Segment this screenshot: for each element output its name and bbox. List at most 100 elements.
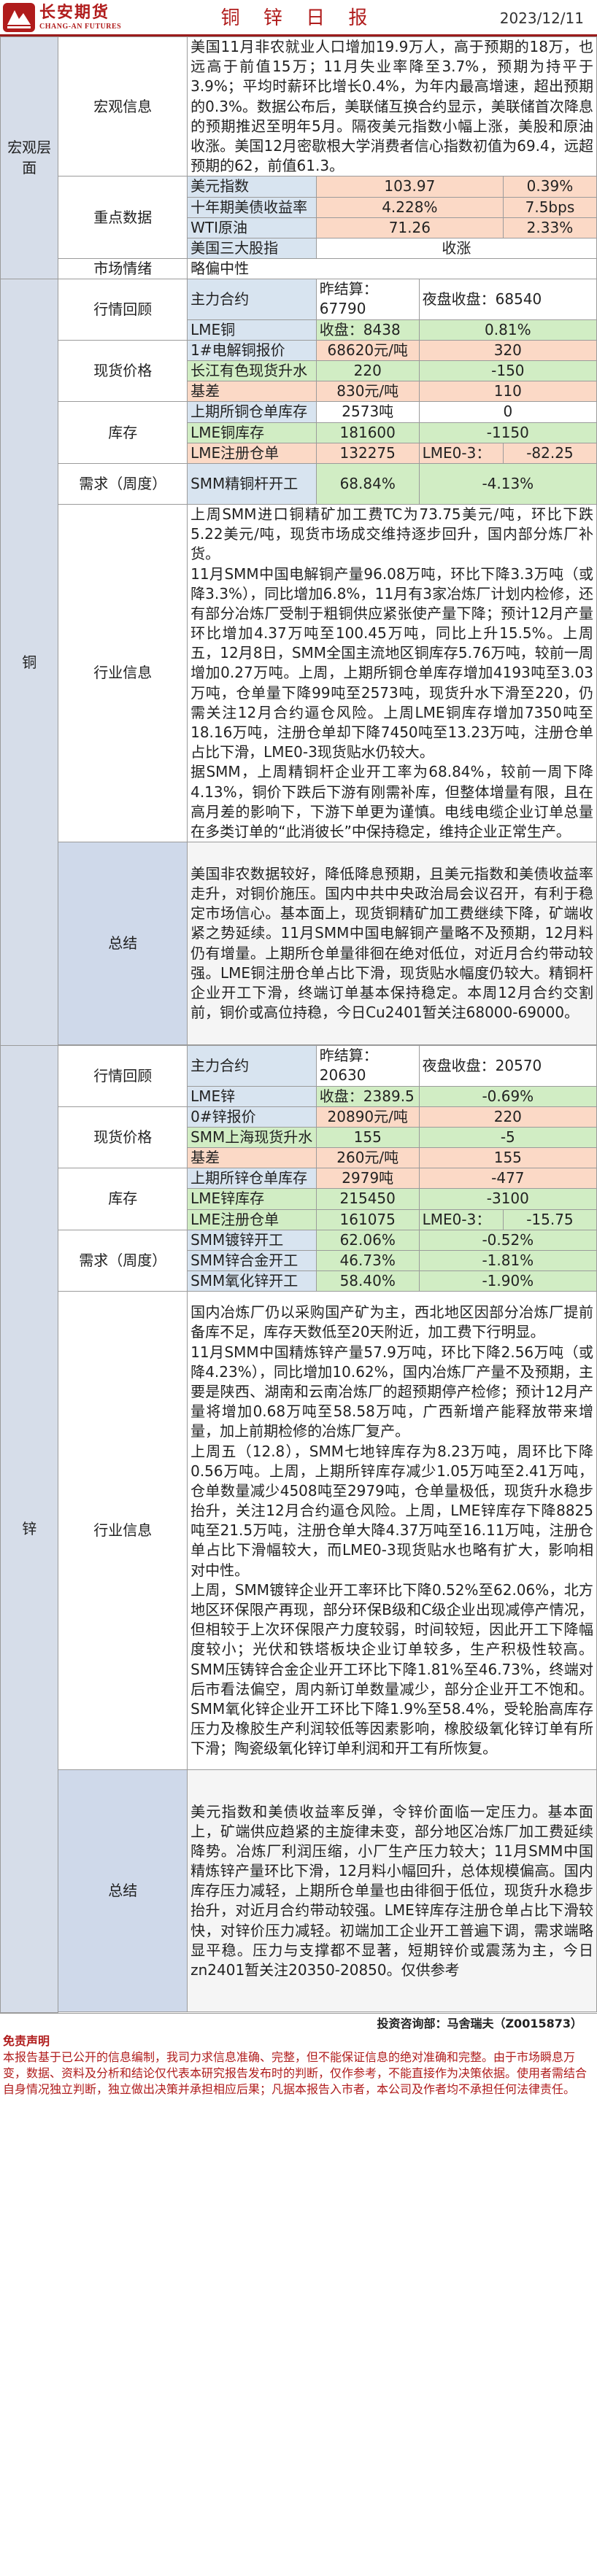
basis-value: 260元/吨	[315, 1147, 420, 1169]
stock-value: 132275	[315, 442, 420, 464]
zinc-industry-text: 国内冶炼厂仍以采购国产矿为主，西北地区因部分冶炼厂提前备库不足，库存天数低至20…	[187, 1291, 597, 1771]
demand-change: -4.13%	[418, 462, 597, 505]
spot-change: -5	[418, 1126, 597, 1149]
spot-item: 长江有色现货升水	[187, 360, 317, 382]
review-item: LME铜	[187, 319, 317, 341]
demand-value: 58.40%	[315, 1270, 420, 1292]
review-change: -0.69%	[418, 1085, 597, 1107]
basis-change: 155	[418, 1147, 597, 1169]
copper-section-label: 铜	[0, 279, 59, 1047]
stock-change: -1150	[418, 422, 597, 443]
market-mood-label: 市场情绪	[58, 258, 188, 280]
macro-info-text: 美国11月非农就业人口增加19.9万人，高于预期的18万，也远高于前值15万；1…	[187, 36, 597, 177]
key-data-change: 0.39%	[502, 176, 597, 198]
key-data-name: 美元指数	[187, 176, 317, 198]
demand-change: -1.81%	[418, 1249, 597, 1272]
zinc-industry-label: 行业信息	[58, 1291, 188, 1771]
macro-info-label: 宏观信息	[58, 36, 188, 177]
copper-conclusion-label: 总结	[58, 842, 188, 1046]
review-close: 收盘：8438	[315, 319, 420, 341]
review-night-close: 夜盘收盘：68540	[418, 279, 597, 320]
zinc-section-label: 锌	[0, 1045, 59, 2013]
demand-value: 68.84%	[315, 462, 420, 505]
stock-value: 215450	[315, 1188, 420, 1210]
stock-item: LME注册仓单	[187, 442, 317, 464]
spot-item: 0#锌报价	[187, 1106, 317, 1128]
report-table: 宏观层面 宏观信息 美国11月非农就业人口增加19.9万人，高于预期的18万，也…	[0, 36, 597, 2013]
review-item: LME锌	[187, 1085, 317, 1107]
spot-change: -150	[418, 360, 597, 382]
spot-price: 20890元/吨	[315, 1106, 420, 1128]
spot-change: 220	[418, 1106, 597, 1128]
stock-item: LME注册仓单	[187, 1209, 317, 1230]
spot-price: 68620元/吨	[315, 339, 420, 362]
basis-change: 110	[418, 381, 597, 403]
lme-spread-value: -15.75	[502, 1209, 597, 1230]
report-header: 长安期货 CHANG-AN FUTURES 铜 锌 日 报 2023/12/11	[0, 0, 597, 36]
demand-change: -0.52%	[418, 1229, 597, 1252]
stock-change: -3100	[418, 1188, 597, 1210]
industry-paragraph: 11月SMM中国电解铜产量96.08万吨，环比下降3.3万吨（或降3.3%），同…	[190, 565, 593, 761]
key-data-name: WTI原油	[187, 217, 317, 238]
basis-item: 基差	[187, 381, 317, 403]
review-settle: 昨结算：67790	[315, 279, 420, 320]
basis-item: 基差	[187, 1147, 317, 1169]
spot-price: 220	[315, 360, 420, 382]
key-data-name: 美国三大股指	[187, 237, 317, 260]
review-item: 主力合约	[187, 1045, 317, 1087]
industry-paragraph: 上周SMM进口铜精矿加工费TC为73.75美元/吨，环比下跌5.22美元/吨，现…	[190, 505, 593, 563]
stock-item: LME锌库存	[187, 1188, 317, 1210]
zinc-review-label: 行情回顾	[58, 1045, 188, 1107]
stock-item: 上期所铜仓单库存	[187, 401, 317, 423]
stock-item: 上期所锌仓单库存	[187, 1168, 317, 1190]
stock-change: -477	[418, 1168, 597, 1190]
stock-change: 0	[418, 401, 597, 423]
zinc-stock-label: 库存	[58, 1168, 188, 1230]
demand-item: SMM氧化锌开工	[187, 1270, 317, 1292]
demand-item: SMM锌合金开工	[187, 1249, 317, 1272]
copper-conclusion-text: 美国非农数据较好，降低降息预期，且美元指数和美债收益率走升，对铜价施压。国内中共…	[187, 842, 597, 1046]
spot-change: 320	[418, 339, 597, 362]
copper-spot-label: 现货价格	[58, 339, 188, 403]
demand-item: SMM精铜杆开工	[187, 462, 317, 505]
key-data-label: 重点数据	[58, 176, 188, 260]
zinc-conclusion-label: 总结	[58, 1769, 188, 2013]
copper-demand-label: 需求（周度）	[58, 462, 188, 505]
copper-review-label: 行情回顾	[58, 279, 188, 341]
lme-spread-value: -82.25	[502, 442, 597, 464]
review-settle: 昨结算：20630	[315, 1045, 420, 1087]
industry-paragraph: 上周，SMM镀锌企业开工率环比下降0.52%至62.06%，北方地区环保限产再现…	[190, 1580, 593, 1758]
industry-paragraph: 据SMM，上周精铜杆企业开工率为68.84%，较前一周下降4.13%，铜价下跌后…	[190, 763, 593, 840]
zinc-spot-label: 现货价格	[58, 1106, 188, 1169]
spot-price: 155	[315, 1126, 420, 1149]
lme-spread-label: LME0-3：	[418, 442, 504, 464]
demand-item: SMM镀锌开工	[187, 1229, 317, 1252]
stock-value: 2573吨	[315, 401, 420, 423]
stock-value: 2979吨	[315, 1168, 420, 1190]
demand-value: 46.73%	[315, 1249, 420, 1272]
review-close: 收盘：2389.5	[315, 1085, 420, 1107]
analyst-credit: 投资咨询部：马舍瑞夫（Z0015873）	[0, 2012, 597, 2033]
spot-item: SMM上海现货升水	[187, 1126, 317, 1149]
industry-paragraph: 国内冶炼厂仍以采购国产矿为主，西北地区因部分冶炼厂提前备库不足，库存天数低至20…	[190, 1303, 593, 1341]
key-data-value: 收涨	[315, 237, 597, 260]
market-mood-value: 略偏中性	[187, 258, 597, 280]
zinc-conclusion-text: 美元指数和美债收益率反弹，令锌价面临一定压力。基本面上，矿端供应趋紧的主旋律未变…	[187, 1769, 597, 2013]
review-change: 0.81%	[418, 319, 597, 341]
key-data-change: 7.5bps	[502, 196, 597, 218]
disclaimer-title: 免责声明	[3, 2033, 50, 2048]
disclaimer-text: 本报告基于已公开的信息编制，我司力求信息准确、完整，但不能保证信息的绝对准确和完…	[3, 2049, 588, 2096]
review-item: 主力合约	[187, 279, 317, 320]
key-data-value: 103.97	[315, 176, 504, 198]
key-data-name: 十年期美债收益率	[187, 196, 317, 218]
stock-value: 181600	[315, 422, 420, 443]
key-data-value: 4.228%	[315, 196, 504, 218]
copper-industry-label: 行业信息	[58, 503, 188, 843]
spot-item: 1#电解铜报价	[187, 339, 317, 362]
demand-value: 62.06%	[315, 1229, 420, 1252]
macro-section-label: 宏观层面	[0, 36, 59, 280]
key-data-change: 2.33%	[502, 217, 597, 238]
stock-item: LME铜库存	[187, 422, 317, 443]
copper-stock-label: 库存	[58, 401, 188, 464]
review-night-close: 夜盘收盘：20570	[418, 1045, 597, 1087]
